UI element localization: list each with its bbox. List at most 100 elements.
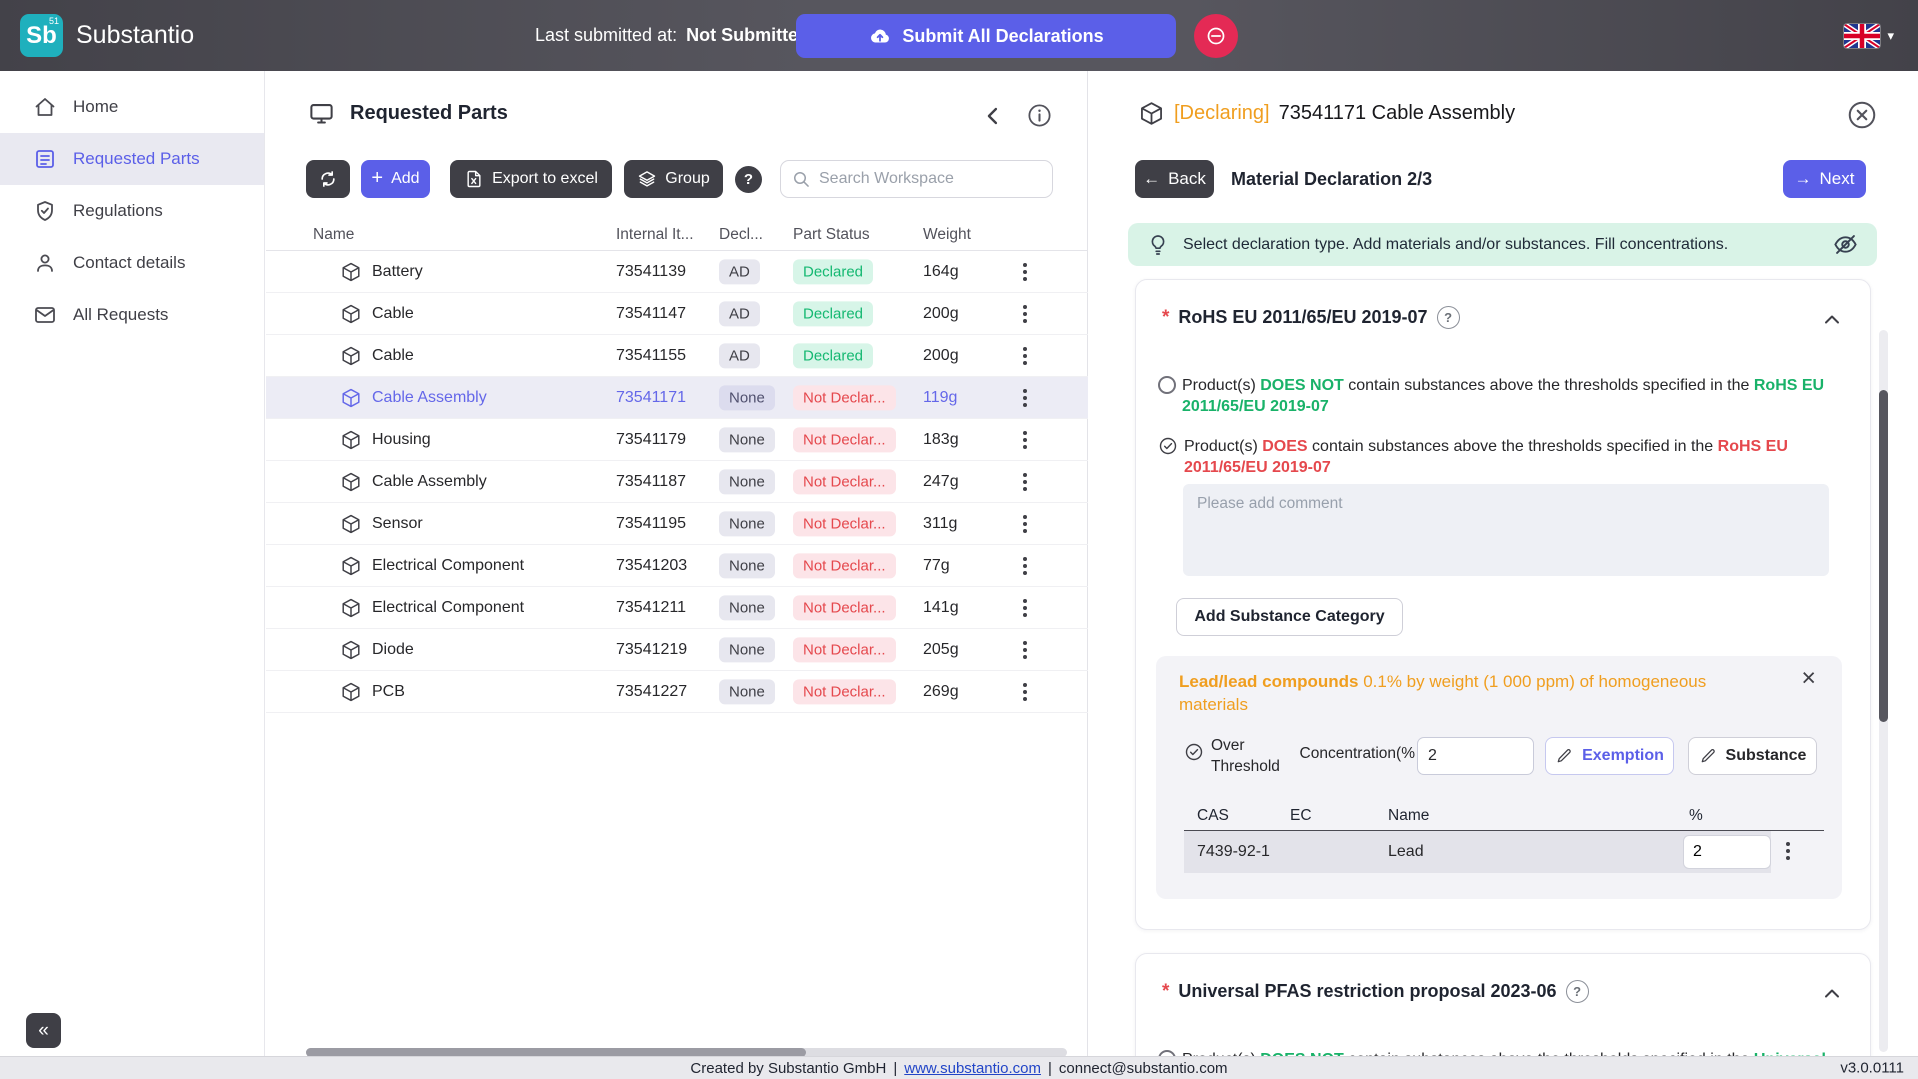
substance-category-card: Lead/lead compounds 0.1% by weight (1 00…: [1156, 656, 1842, 899]
export-to-excel-button[interactable]: Export to excel: [450, 160, 612, 198]
part-name: Battery: [372, 262, 423, 280]
table-row[interactable]: Battery 73541139 AD Declared 164g: [266, 251, 1088, 293]
vertical-scrollbar-thumb[interactable]: [1879, 390, 1888, 722]
part-name: Housing: [372, 430, 431, 448]
next-button[interactable]: → Next: [1783, 160, 1866, 198]
group-button[interactable]: Group: [624, 160, 723, 198]
parts-table: Battery 73541139 AD Declared 164g Cable …: [266, 251, 1088, 713]
sidebar-item-all-requests[interactable]: All Requests: [0, 289, 264, 341]
column-header-part-status[interactable]: Part Status: [793, 226, 870, 244]
collapse-card-button[interactable]: [1820, 982, 1844, 1006]
table-row[interactable]: Cable 73541155 AD Declared 200g: [266, 335, 1088, 377]
part-cube-icon: [340, 387, 362, 409]
row-menu-button[interactable]: [1012, 385, 1038, 411]
column-header-name: Name: [1388, 807, 1430, 824]
chevron-left-icon[interactable]: [979, 102, 1007, 130]
table-row[interactable]: Diode 73541219 None Not Declar... 205g: [266, 629, 1088, 671]
regulation-help-icon[interactable]: ?: [1565, 980, 1589, 1003]
substance-button[interactable]: Substance: [1688, 737, 1817, 775]
vertical-scrollbar[interactable]: [1879, 330, 1888, 1052]
table-row[interactable]: Housing 73541179 None Not Declar... 183g: [266, 419, 1088, 461]
column-header-weight[interactable]: Weight: [923, 226, 971, 244]
concentration-input[interactable]: [1417, 737, 1534, 775]
back-button[interactable]: ← Back: [1135, 160, 1214, 198]
info-icon[interactable]: [1026, 102, 1053, 129]
requested-parts-panel: Requested Parts + Add Export to excel Gr…: [266, 71, 1088, 1057]
part-internal-id: 73541227: [616, 682, 688, 700]
row-menu-button[interactable]: [1012, 469, 1038, 495]
sidebar-item-label: All Requests: [73, 305, 169, 324]
sidebar-item-requested-parts[interactable]: Requested Parts: [0, 133, 264, 185]
sidebar: Home Requested Parts Regulations Contact…: [0, 71, 265, 1056]
row-menu-button[interactable]: [1012, 679, 1038, 705]
row-menu-button[interactable]: [1012, 301, 1038, 327]
table-row[interactable]: Electrical Component 73541211 None Not D…: [266, 587, 1088, 629]
row-menu-button[interactable]: [1012, 511, 1038, 537]
option-does-not-contain[interactable]: Product(s) DOES NOT contain substances a…: [1158, 1049, 1830, 1056]
status-cell: Not Declar...: [793, 552, 896, 579]
part-cube-icon: [340, 513, 362, 535]
panel-title: Requested Parts: [350, 102, 508, 124]
declaration-cell: AD: [719, 258, 760, 285]
table-row[interactable]: PCB 73541227 None Not Declar... 269g: [266, 671, 1088, 713]
column-header-name[interactable]: Name: [313, 226, 354, 244]
option-does-contain[interactable]: Product(s) DOES contain substances above…: [1158, 436, 1832, 478]
sidebar-item-contact-details[interactable]: Contact details: [0, 237, 264, 289]
declaration-type-badge: None: [719, 510, 775, 537]
sideb​ar-item-regulations[interactable]: Regulations: [0, 185, 264, 237]
row-menu-button[interactable]: [1012, 553, 1038, 579]
row-menu-button[interactable]: [1012, 343, 1038, 369]
table-row[interactable]: Cable Assembly 73541187 None Not Declar.…: [266, 461, 1088, 503]
remove-category-button[interactable]: ×: [1801, 666, 1816, 691]
option-does-not-contain[interactable]: Product(s) DOES NOT contain substances a…: [1158, 375, 1830, 417]
add-part-button[interactable]: + Add: [361, 160, 430, 198]
person-icon: [33, 251, 57, 275]
sidebar-item-home[interactable]: Home: [0, 81, 264, 133]
back-label: Back: [1168, 169, 1206, 188]
back-arrow-icon: ←: [1143, 169, 1161, 188]
comment-textarea[interactable]: [1183, 484, 1829, 576]
add-substance-category-button[interactable]: Add Substance Category: [1176, 598, 1403, 636]
declaration-type-badge: AD: [719, 258, 760, 285]
regulation-help-icon[interactable]: ?: [1436, 306, 1460, 329]
card-title-row: * RoHS EU 2011/65/EU 2019-07 ?: [1162, 306, 1810, 329]
part-status-badge: Not Declar...: [793, 426, 896, 453]
over-threshold-check-icon[interactable]: [1184, 742, 1204, 762]
pfas-declaration-card: * Universal PFAS restriction proposal 20…: [1135, 953, 1871, 1056]
row-menu-button[interactable]: [1012, 595, 1038, 621]
radio-unchecked-icon[interactable]: [1158, 376, 1176, 394]
row-menu-button[interactable]: [1012, 259, 1038, 285]
required-asterisk: *: [1162, 980, 1170, 1002]
column-header-declaration[interactable]: Decl...: [719, 226, 763, 244]
substance-row-menu-button[interactable]: [1786, 842, 1790, 860]
part-weight: 119g: [923, 388, 958, 406]
exemption-button[interactable]: Exemption: [1545, 737, 1674, 775]
refresh-button[interactable]: [306, 160, 350, 198]
footer-website-link[interactable]: www.substantio.com: [904, 1060, 1041, 1077]
part-status-badge: Not Declar...: [793, 468, 896, 495]
table-row[interactable]: Sensor 73541195 None Not Declar... 311g: [266, 503, 1088, 545]
part-cube-icon: [340, 345, 362, 367]
part-status-badge: Not Declar...: [793, 384, 896, 411]
table-row[interactable]: Cable Assembly 73541171 None Not Declar.…: [266, 377, 1088, 419]
column-header-internal-id[interactable]: Internal It...: [616, 226, 694, 244]
part-internal-id: 73541171: [616, 388, 686, 406]
table-row[interactable]: Electrical Component 73541203 None Not D…: [266, 545, 1088, 587]
language-selector[interactable]: ▾: [1844, 0, 1894, 71]
search-input[interactable]: [819, 170, 1042, 188]
submit-all-declarations-button[interactable]: Submit All Declarations: [796, 14, 1176, 58]
option-text-segment: Product(s): [1182, 377, 1261, 394]
check-circle-icon[interactable]: [1158, 436, 1178, 456]
row-menu-button[interactable]: [1012, 427, 1038, 453]
row-menu-button[interactable]: [1012, 637, 1038, 663]
sidebar-collapse-button[interactable]: «: [26, 1013, 61, 1048]
close-panel-button[interactable]: [1846, 99, 1878, 131]
collapse-card-button[interactable]: [1820, 308, 1844, 332]
stop-submission-button[interactable]: [1194, 14, 1238, 58]
table-row[interactable]: Cable 73541147 AD Declared 200g: [266, 293, 1088, 335]
substance-row[interactable]: 7439-92-1 Lead: [1184, 831, 1771, 873]
no-entry-icon: [1205, 25, 1227, 47]
substance-percent-input[interactable]: [1683, 835, 1771, 869]
eye-off-icon[interactable]: [1832, 231, 1859, 258]
help-button[interactable]: ?: [735, 166, 762, 193]
